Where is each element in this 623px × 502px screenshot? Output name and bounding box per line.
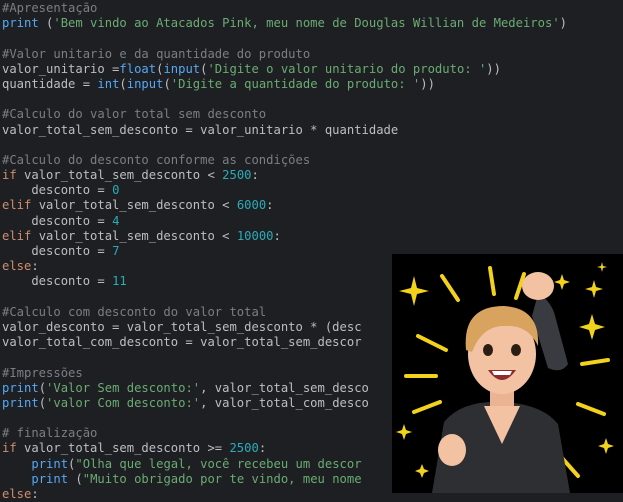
code-token: #Calculo do valor total sem desconto <box>2 107 267 122</box>
code-token: , valor_total_sem_desco <box>200 380 369 395</box>
avatar-illustration <box>396 262 614 493</box>
code-token: else <box>2 487 32 501</box>
code-token: : <box>273 228 281 243</box>
code-token: ( <box>75 471 83 486</box>
code-token: elif <box>2 228 39 243</box>
code-token: ) <box>559 16 568 31</box>
code-token: #Calculo do desconto conforme as condiçõ… <box>2 152 311 167</box>
code-token: if <box>2 441 25 456</box>
code-token: 'Digite o valor unitario do produto: ' <box>207 61 487 76</box>
code-token: valor_total_com_desconto = valor_total_s… <box>2 335 362 350</box>
code-token: : <box>31 259 39 274</box>
code-token: input <box>163 61 201 76</box>
code-line: valor_total_sem_desconto = valor_unitari… <box>0 123 623 138</box>
code-line: desconto = 4 <box>0 214 623 229</box>
code-line: valor_unitario =float(input('Digite o va… <box>0 62 623 77</box>
code-token: valor_total_sem_desconto < <box>38 228 237 243</box>
code-line: #Valor unitario e da quantidade do produ… <box>0 47 623 62</box>
code-token: 'Digite a quantidade do produto: ' <box>170 76 421 91</box>
code-token: )) <box>420 76 435 91</box>
code-token: 2500 <box>229 441 259 456</box>
code-token: ( <box>38 395 47 410</box>
code-token: #Calculo com desconto do valor total <box>2 304 267 319</box>
code-token: valor_total_sem_desconto >= <box>24 441 230 456</box>
code-token: : <box>251 168 259 183</box>
code-token: valor_total_sem_desconto = valor_unitari… <box>2 122 399 137</box>
code-token: desconto = <box>2 244 113 258</box>
code-token: desconto = <box>2 213 113 228</box>
code-token: ( <box>119 76 127 91</box>
code-token: 4 <box>112 213 120 228</box>
code-token: int <box>97 76 120 91</box>
code-token: : <box>31 487 39 501</box>
code-token: 6000 <box>236 198 267 213</box>
code-token: print <box>31 456 69 471</box>
code-token: 7 <box>112 244 120 258</box>
code-token: , valor_total_com_desco <box>200 395 369 410</box>
code-token: : <box>258 441 267 456</box>
code-token: if <box>2 168 25 183</box>
code-token: 2500 <box>222 168 252 183</box>
code-token: 'Valor Sem desconto:' <box>46 380 201 395</box>
code-token: else <box>2 259 32 274</box>
code-token: 10000 <box>236 228 274 243</box>
code-token: # finalização <box>2 426 98 441</box>
code-line: #Apresentação <box>0 1 623 16</box>
code-line: #Calculo do valor total sem desconto <box>0 107 623 122</box>
code-token: ( <box>163 76 171 91</box>
code-token: 'Bem vindo ao Atacados Pink, meu nome de… <box>53 16 560 31</box>
code-token: valor_total_sem_desconto < <box>24 168 223 183</box>
code-line: quantidade = int(input('Digite a quantid… <box>0 77 623 92</box>
code-token: )) <box>486 61 501 76</box>
code-line: print ('Bem vindo ao Atacados Pink, meu … <box>0 16 623 31</box>
code-token: #Valor unitario e da quantidade do produ… <box>2 46 311 61</box>
code-token: print <box>2 380 39 395</box>
code-token: ( <box>38 380 47 395</box>
code-token: print <box>31 471 76 486</box>
code-token: valor_desconto = valor_total_sem_descont… <box>2 319 362 334</box>
code-token: float <box>119 61 157 76</box>
code-token: print <box>2 16 47 31</box>
code-token: "Olha que legal, você recebeu um descor <box>75 456 362 471</box>
code-token: 0 <box>112 183 120 198</box>
code-token: "Muito obrigado por te vindo, meu nome <box>82 471 362 486</box>
code-token: print <box>2 395 39 410</box>
code-token: desconto = <box>2 274 113 289</box>
code-token: quantidade = <box>2 76 98 91</box>
code-line: #Calculo do desconto conforme as condiçõ… <box>0 153 623 168</box>
code-line: desconto = 0 <box>0 183 623 198</box>
code-token: 'valor Com desconto:' <box>46 395 201 410</box>
code-token: desconto = <box>2 183 113 198</box>
code-token: : <box>266 198 274 213</box>
code-line: elif valor_total_sem_desconto < 10000: <box>0 229 623 244</box>
celebrating-avatar-sticker <box>392 254 623 493</box>
code-token: 11 <box>112 274 127 289</box>
code-line: elif valor_total_sem_desconto < 6000: <box>0 198 623 213</box>
code-token: valor_unitario = <box>2 61 120 76</box>
code-line: if valor_total_sem_desconto < 2500: <box>0 168 623 183</box>
code-token: #Apresentação <box>2 1 98 15</box>
code-token: #Impressões <box>2 365 83 380</box>
code-token: valor_total_sem_desconto < <box>38 198 237 213</box>
code-token: input <box>126 76 164 91</box>
code-token: elif <box>2 198 39 213</box>
